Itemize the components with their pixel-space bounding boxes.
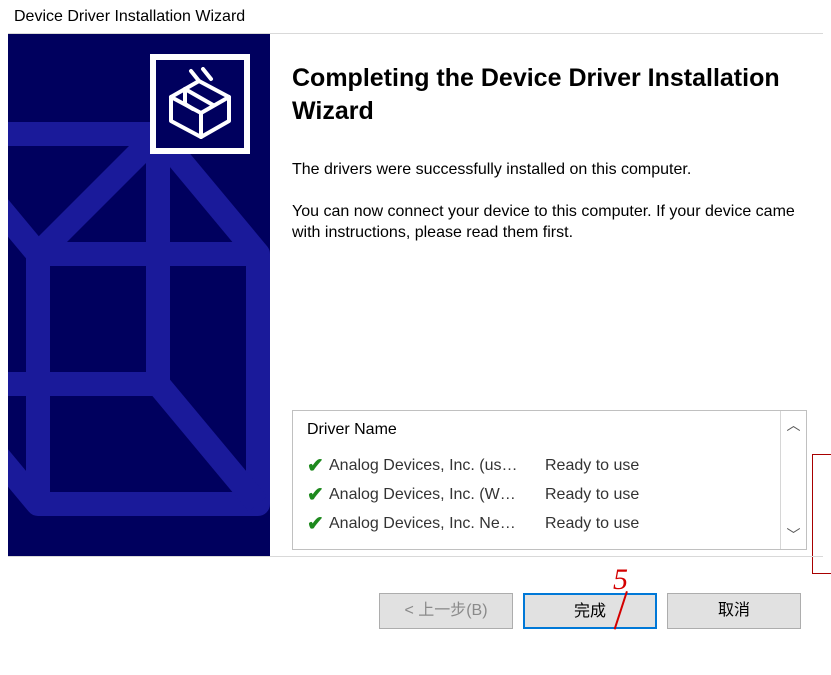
driver-row[interactable]: ✔ Analog Devices, Inc. (us… Ready to use xyxy=(307,451,776,480)
cancel-button[interactable]: 取消 xyxy=(667,593,801,629)
sidebar-banner xyxy=(8,34,270,556)
driver-row[interactable]: ✔ Analog Devices, Inc. Ne… Ready to use xyxy=(307,509,776,538)
scrollbar[interactable]: ︿ ﹀ xyxy=(780,411,806,549)
driver-name: Analog Devices, Inc. (us… xyxy=(329,457,541,475)
scroll-down-icon[interactable]: ﹀ xyxy=(787,525,801,545)
scroll-up-icon[interactable]: ︿ xyxy=(787,415,801,435)
wizard-window: Device Driver Installation Wizard xyxy=(8,4,823,664)
driver-name: Analog Devices, Inc. Ne… xyxy=(329,515,541,533)
checkmark-icon: ✔ xyxy=(307,456,329,476)
wizard-heading: Completing the Device Driver Installatio… xyxy=(292,62,807,127)
driver-name: Analog Devices, Inc. (W… xyxy=(329,486,541,504)
finish-button[interactable]: 完成 xyxy=(523,593,657,629)
success-message: The drivers were successfully installed … xyxy=(292,159,807,181)
driver-status: Ready to use xyxy=(545,515,639,533)
checkmark-icon: ✔ xyxy=(307,485,329,505)
window-title: Device Driver Installation Wizard xyxy=(8,4,823,34)
driver-box-icon xyxy=(163,67,237,141)
back-button: < 上一步(B) xyxy=(379,593,513,629)
driver-status: Ready to use xyxy=(545,486,639,504)
checkmark-icon: ✔ xyxy=(307,514,329,534)
button-row: 5 < 上一步(B) 完成 取消 xyxy=(8,556,823,664)
content-pane: Completing the Device Driver Installatio… xyxy=(270,34,823,556)
instructions-message: You can now connect your device to this … xyxy=(292,201,807,244)
driver-list: Driver Name ✔ Analog Devices, Inc. (us… … xyxy=(292,410,807,550)
driver-list-header: Driver Name xyxy=(307,421,776,439)
wizard-body: Completing the Device Driver Installatio… xyxy=(8,34,823,556)
wizard-icon-frame xyxy=(150,54,250,154)
driver-status: Ready to use xyxy=(545,457,639,475)
driver-row[interactable]: ✔ Analog Devices, Inc. (W… Ready to use xyxy=(307,480,776,509)
